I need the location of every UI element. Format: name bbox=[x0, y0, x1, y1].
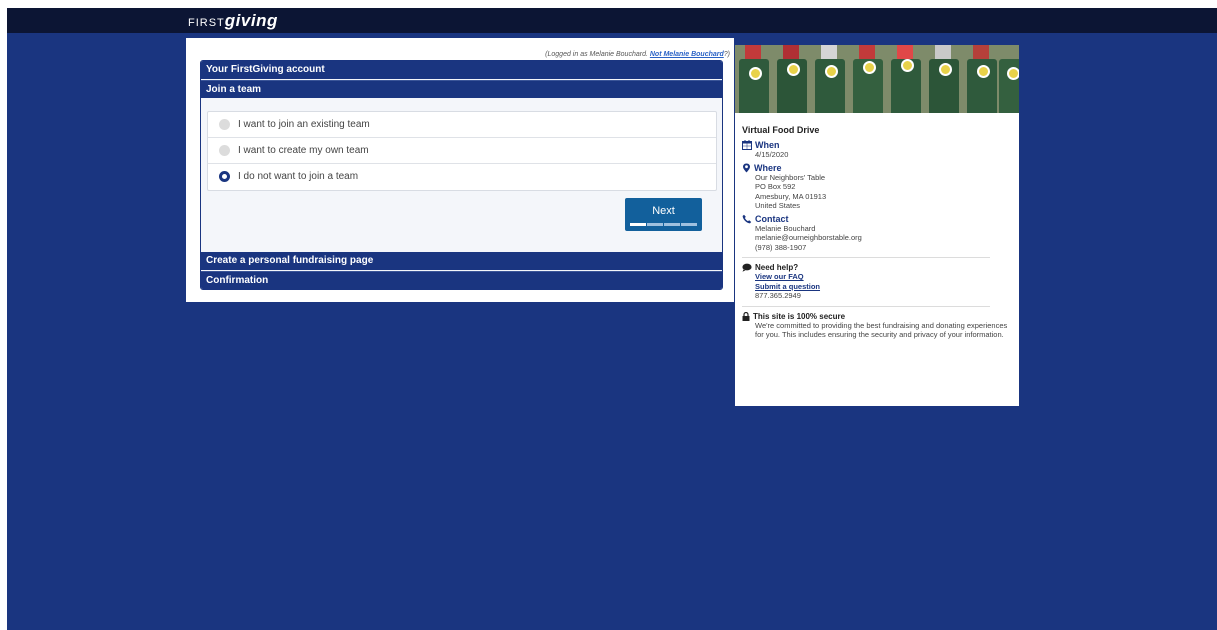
option-create-own-team[interactable]: I want to create my own team bbox=[208, 138, 716, 164]
option-label: I want to join an existing team bbox=[238, 119, 370, 130]
address-line: PO Box 592 bbox=[755, 182, 796, 191]
option-label: I want to create my own team bbox=[238, 145, 369, 156]
event-sidebar: Virtual Food Drive When 4/15/2020 Where … bbox=[735, 45, 1019, 406]
contact-phone: (978) 388-1907 bbox=[755, 242, 807, 252]
help-heading: Need help? bbox=[742, 263, 1012, 272]
where-label: Where bbox=[754, 162, 782, 173]
contact-email: melanie@ourneighborstable.org bbox=[755, 233, 862, 242]
step-header-personal-page: Create a personal fundraising page bbox=[201, 252, 722, 270]
registration-card: (Logged in as Melanie Bouchard. Not Mela… bbox=[186, 38, 734, 302]
address-line: United States bbox=[755, 201, 801, 210]
address-line: Amesbury, MA 01913 bbox=[755, 191, 827, 201]
step-progress-bar bbox=[630, 223, 697, 226]
not-me-link[interactable]: Not Melanie Bouchard bbox=[650, 51, 724, 58]
chat-bubble-icon bbox=[742, 263, 752, 272]
where-heading: Where bbox=[742, 163, 1012, 173]
contact-label: Contact bbox=[755, 213, 789, 224]
step-header-account: Your FirstGiving account bbox=[201, 61, 722, 79]
when-label: When bbox=[755, 140, 780, 150]
option-join-existing-team[interactable]: I want to join an existing team bbox=[208, 112, 716, 138]
when-heading: When bbox=[742, 140, 1012, 150]
next-button-label: Next bbox=[652, 205, 675, 217]
event-details: Virtual Food Drive When 4/15/2020 Where … bbox=[742, 125, 1012, 340]
submit-question-link[interactable]: Submit a question bbox=[755, 282, 1012, 292]
logo-first-text: FIRST bbox=[188, 17, 225, 29]
divider bbox=[742, 305, 990, 307]
divider bbox=[742, 257, 990, 258]
logo-giving-text: giving bbox=[224, 11, 278, 30]
secure-heading: This site is 100% secure bbox=[742, 311, 1012, 321]
event-title: Virtual Food Drive bbox=[742, 125, 820, 135]
progress-segment bbox=[630, 223, 646, 226]
address-line: Our Neighbors' Table bbox=[755, 172, 826, 182]
radio-button-selected[interactable] bbox=[219, 171, 230, 182]
option-label: I do not want to join a team bbox=[238, 171, 359, 182]
contact-name: Melanie Bouchard bbox=[755, 223, 816, 233]
logged-in-prefix: (Logged in as Melanie Bouchard. bbox=[545, 51, 648, 58]
step-header-join-team: Join a team bbox=[201, 80, 722, 98]
phone-icon bbox=[742, 214, 752, 223]
help-phone: 877.365.2949 bbox=[755, 291, 801, 300]
faq-link[interactable]: View our FAQ bbox=[755, 272, 1012, 282]
event-banner-image bbox=[735, 45, 1019, 113]
secure-title: This site is 100% secure bbox=[753, 311, 846, 321]
progress-segment bbox=[681, 223, 697, 226]
step-header-confirmation: Confirmation bbox=[201, 271, 722, 289]
calendar-icon bbox=[742, 140, 752, 150]
next-button[interactable]: Next bbox=[625, 198, 702, 231]
when-value: 4/15/2020 bbox=[755, 150, 789, 159]
progress-segment bbox=[664, 223, 680, 226]
help-title: Need help? bbox=[755, 263, 799, 272]
secure-text: We're committed to providing the best fu… bbox=[755, 320, 1008, 340]
radio-button[interactable] bbox=[219, 145, 230, 156]
logged-in-notice: (Logged in as Melanie Bouchard. Not Mela… bbox=[545, 51, 730, 58]
team-options-list: I want to join an existing team I want t… bbox=[207, 111, 717, 191]
registration-steps-panel: Your FirstGiving account Join a team I w… bbox=[200, 60, 723, 290]
radio-button[interactable] bbox=[219, 119, 230, 130]
option-no-team[interactable]: I do not want to join a team bbox=[208, 164, 716, 190]
firstgiving-logo[interactable]: FIRSTgiving bbox=[188, 11, 278, 31]
logged-in-suffix: ?) bbox=[723, 51, 730, 58]
progress-segment bbox=[647, 223, 663, 226]
contact-heading: Contact bbox=[742, 214, 1012, 224]
lock-icon bbox=[742, 311, 750, 321]
map-pin-icon bbox=[743, 163, 750, 172]
